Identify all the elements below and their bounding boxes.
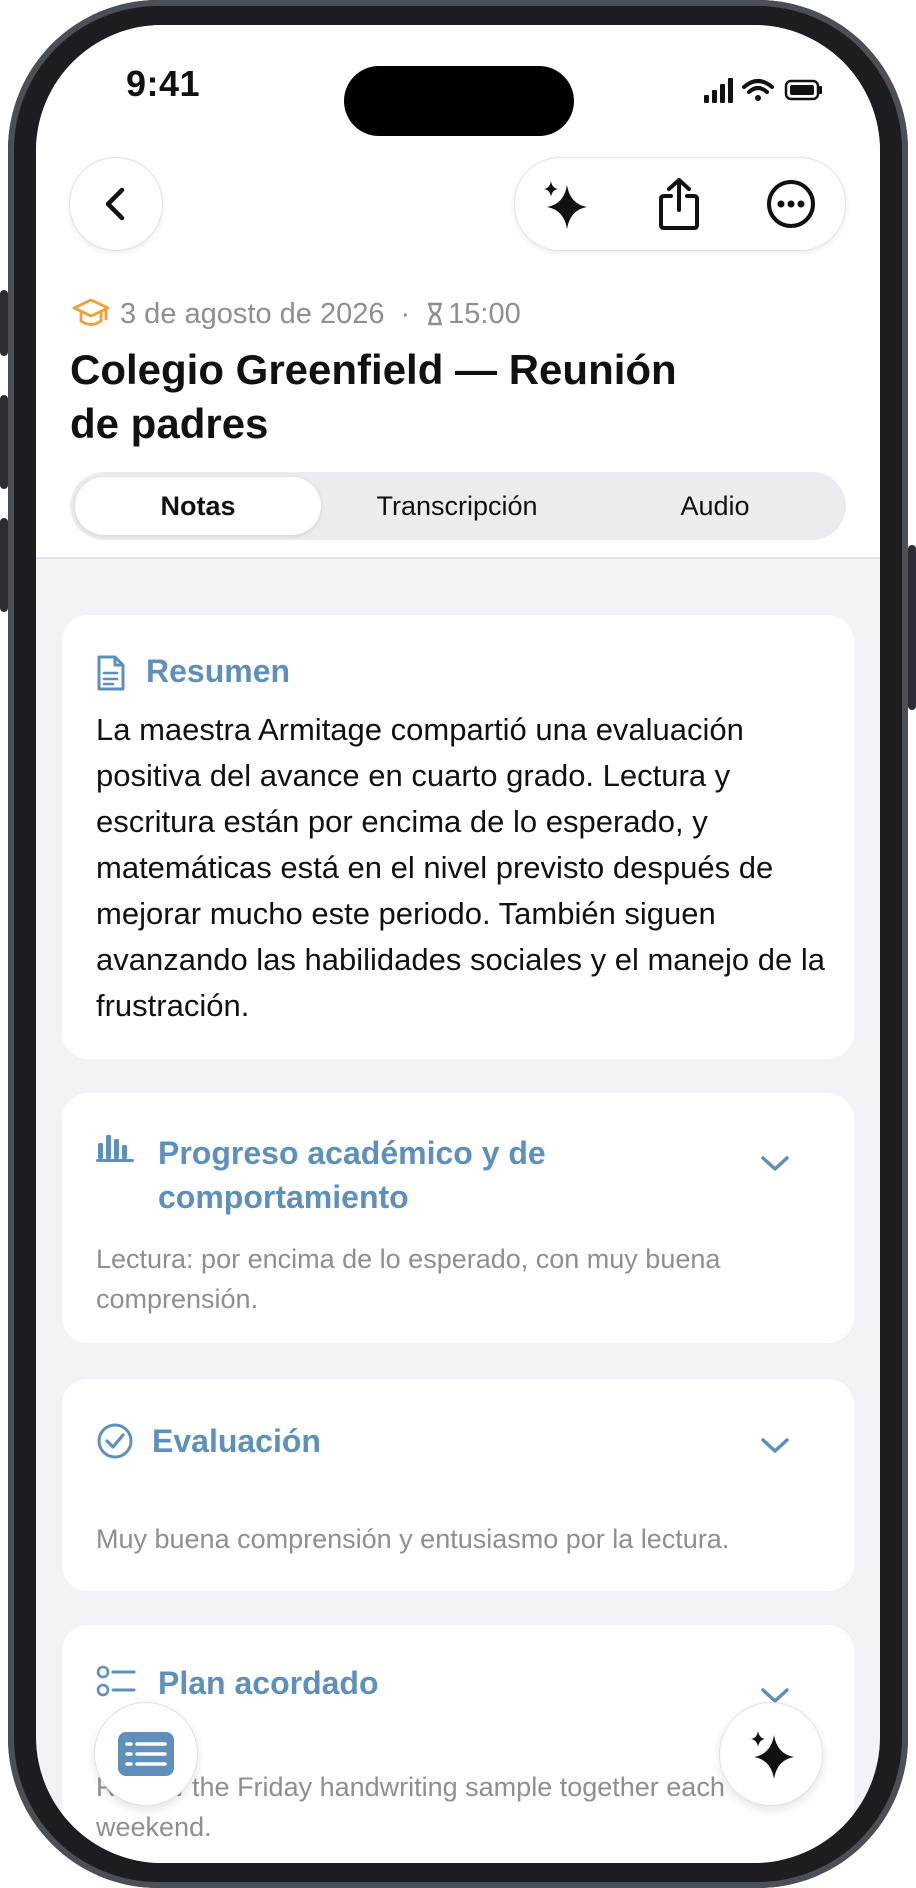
toolbar-pill: [514, 157, 846, 251]
meta-separator: ·: [400, 297, 411, 330]
section-card-evaluation[interactable]: Evaluación Muy buena comprensión y entus…: [62, 1379, 854, 1591]
tab-audio[interactable]: Audio: [592, 477, 838, 535]
wifi-icon: [742, 79, 774, 101]
back-button[interactable]: [69, 157, 163, 251]
section-preview-evaluation: Muy buena comprensión y entusiasmo por l…: [96, 1524, 730, 1554]
volume-up-button: [0, 395, 8, 489]
battery-icon: [784, 79, 822, 101]
section-title-plan: Plan acordado: [158, 1665, 379, 1701]
chart-bar-icon: [96, 1135, 134, 1162]
section-title-evaluation: Evaluación: [152, 1423, 321, 1459]
summary-card: Resumen La maestra Armitage compartió un…: [62, 615, 854, 1059]
meeting-duration: 15:00: [448, 297, 521, 330]
chevron-left-icon: [105, 187, 125, 221]
share-icon: [659, 178, 699, 230]
checkmark-circle-icon: [97, 1423, 133, 1459]
sparkles-icon: [544, 181, 587, 229]
power-button: [908, 545, 916, 710]
action-button: [0, 290, 8, 356]
section-card-progress[interactable]: Progreso académico y de comportamiento L…: [62, 1093, 854, 1343]
checklist-icon: [96, 1665, 136, 1697]
hourglass-icon: [428, 302, 443, 326]
status-time: 9:41: [126, 63, 201, 104]
section-preview-progress: Lectura: por encima de lo esperado, con …: [96, 1244, 721, 1314]
tab-notas[interactable]: Notas: [75, 477, 321, 535]
meeting-date: 3 de agosto de 2026: [120, 297, 385, 330]
signal-icon: [704, 78, 733, 103]
volume-down-button: [0, 518, 8, 612]
status-icons: [704, 73, 824, 107]
more-options-button[interactable]: [755, 168, 827, 240]
sparkles-icon: [751, 1731, 794, 1779]
document-icon: [97, 655, 125, 691]
section-title-progress: Progreso académico y de comportamiento: [158, 1135, 546, 1215]
chevron-down-icon: [761, 1438, 789, 1453]
section-preview-plan: Review the Friday handwriting sample tog…: [96, 1772, 725, 1842]
summary-title: Resumen: [146, 653, 291, 689]
graduation-cap-icon: [72, 298, 110, 326]
meeting-meta: 3 de agosto de 2026 · 15:00: [72, 297, 521, 331]
share-button[interactable]: [643, 168, 715, 240]
outline-button[interactable]: [94, 1702, 198, 1806]
tab-transcripcion[interactable]: Transcripción: [334, 477, 580, 535]
ai-sparkle-button[interactable]: [528, 168, 600, 240]
chevron-down-icon: [761, 1156, 789, 1171]
segmented-control: Notas Transcripción Audio: [70, 472, 846, 540]
ai-assistant-button[interactable]: [719, 1702, 823, 1806]
ellipsis-circle-icon: [767, 180, 815, 228]
dynamic-island: [344, 66, 574, 136]
list-icon: [118, 1732, 174, 1776]
screen: 9:41 3 de agosto de 2026 · 15:00 Colegio…: [36, 25, 880, 1863]
summary-text: La maestra Armitage compartió una evalua…: [96, 712, 825, 1023]
page-title: Colegio Greenfield — Reunión de padres: [70, 346, 677, 447]
